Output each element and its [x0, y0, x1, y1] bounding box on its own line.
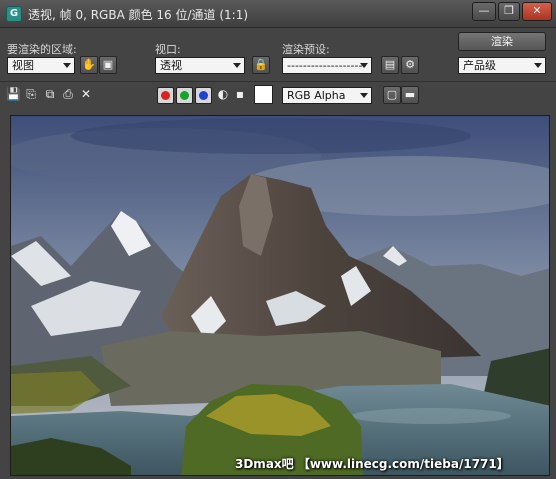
background-icon[interactable]: ▬: [401, 86, 419, 104]
channel-dropdown[interactable]: RGB Alpha: [282, 87, 372, 104]
blue-dot-icon: [199, 91, 208, 100]
chevron-down-icon: [534, 63, 542, 68]
title-bar: G 透视, 帧 0, RGBA 颜色 16 位/通道 (1:1) — ❐ ✕: [0, 0, 556, 28]
red-channel-button[interactable]: [157, 87, 174, 104]
alpha-toggle-icon[interactable]: ◐: [216, 87, 230, 101]
maximize-button[interactable]: ❐: [498, 2, 520, 21]
channel-dropdown-value: RGB Alpha: [287, 89, 346, 102]
save-icon[interactable]: 💾: [6, 87, 21, 101]
viewport-dropdown-value: 透视: [160, 59, 182, 72]
separator: [0, 81, 556, 82]
auto-region-icon[interactable]: ▣: [99, 56, 117, 74]
close-button[interactable]: ✕: [522, 2, 552, 21]
preset-dropdown-value: --------------------: [287, 59, 367, 72]
area-label: 要渲染的区域:: [7, 43, 77, 56]
red-dot-icon: [161, 91, 170, 100]
green-channel-button[interactable]: [176, 87, 193, 104]
chevron-down-icon: [233, 63, 241, 68]
render-button[interactable]: 渲染: [458, 32, 546, 51]
quality-dropdown-value: 产品级: [463, 59, 496, 72]
mono-icon[interactable]: ▪: [233, 87, 247, 101]
clear-icon[interactable]: ✕: [79, 87, 93, 101]
render-setup-icon[interactable]: ⚙: [401, 56, 419, 74]
viewport-dropdown[interactable]: 透视: [155, 57, 245, 74]
render-viewport: 3Dmax吧 【www.linecg.com/tieba/1771】: [10, 115, 550, 476]
toggle-ui-overlay-icon[interactable]: ▢: [383, 86, 401, 104]
watermark-text: 3Dmax吧 【www.linecg.com/tieba/1771】: [235, 457, 509, 471]
area-dropdown-value: 视图: [12, 59, 34, 72]
chevron-down-icon: [360, 63, 368, 68]
window-title: 透视, 帧 0, RGBA 颜色 16 位/通道 (1:1): [28, 8, 249, 22]
clone-icon[interactable]: ⧉: [43, 87, 57, 101]
copy-icon[interactable]: ⎘: [24, 87, 38, 101]
chevron-down-icon: [360, 93, 368, 98]
area-dropdown[interactable]: 视图: [7, 57, 75, 74]
minimize-button[interactable]: —: [472, 2, 496, 21]
rendered-landscape-image: [11, 116, 549, 475]
preset-label: 渲染预设:: [282, 43, 330, 56]
pan-hand-icon[interactable]: ✋: [80, 56, 98, 74]
print-icon[interactable]: ⎙: [61, 87, 75, 101]
color-swatch[interactable]: [254, 85, 273, 104]
quality-dropdown[interactable]: 产品级: [458, 57, 546, 74]
blue-channel-button[interactable]: [195, 87, 212, 104]
lock-icon[interactable]: 🔒: [252, 56, 270, 74]
environment-icon[interactable]: ▤: [381, 56, 399, 74]
app-icon: G: [6, 6, 22, 22]
viewport-label: 视口:: [155, 43, 181, 56]
chevron-down-icon: [63, 63, 71, 68]
green-dot-icon: [180, 91, 189, 100]
preset-dropdown[interactable]: --------------------: [282, 57, 372, 74]
